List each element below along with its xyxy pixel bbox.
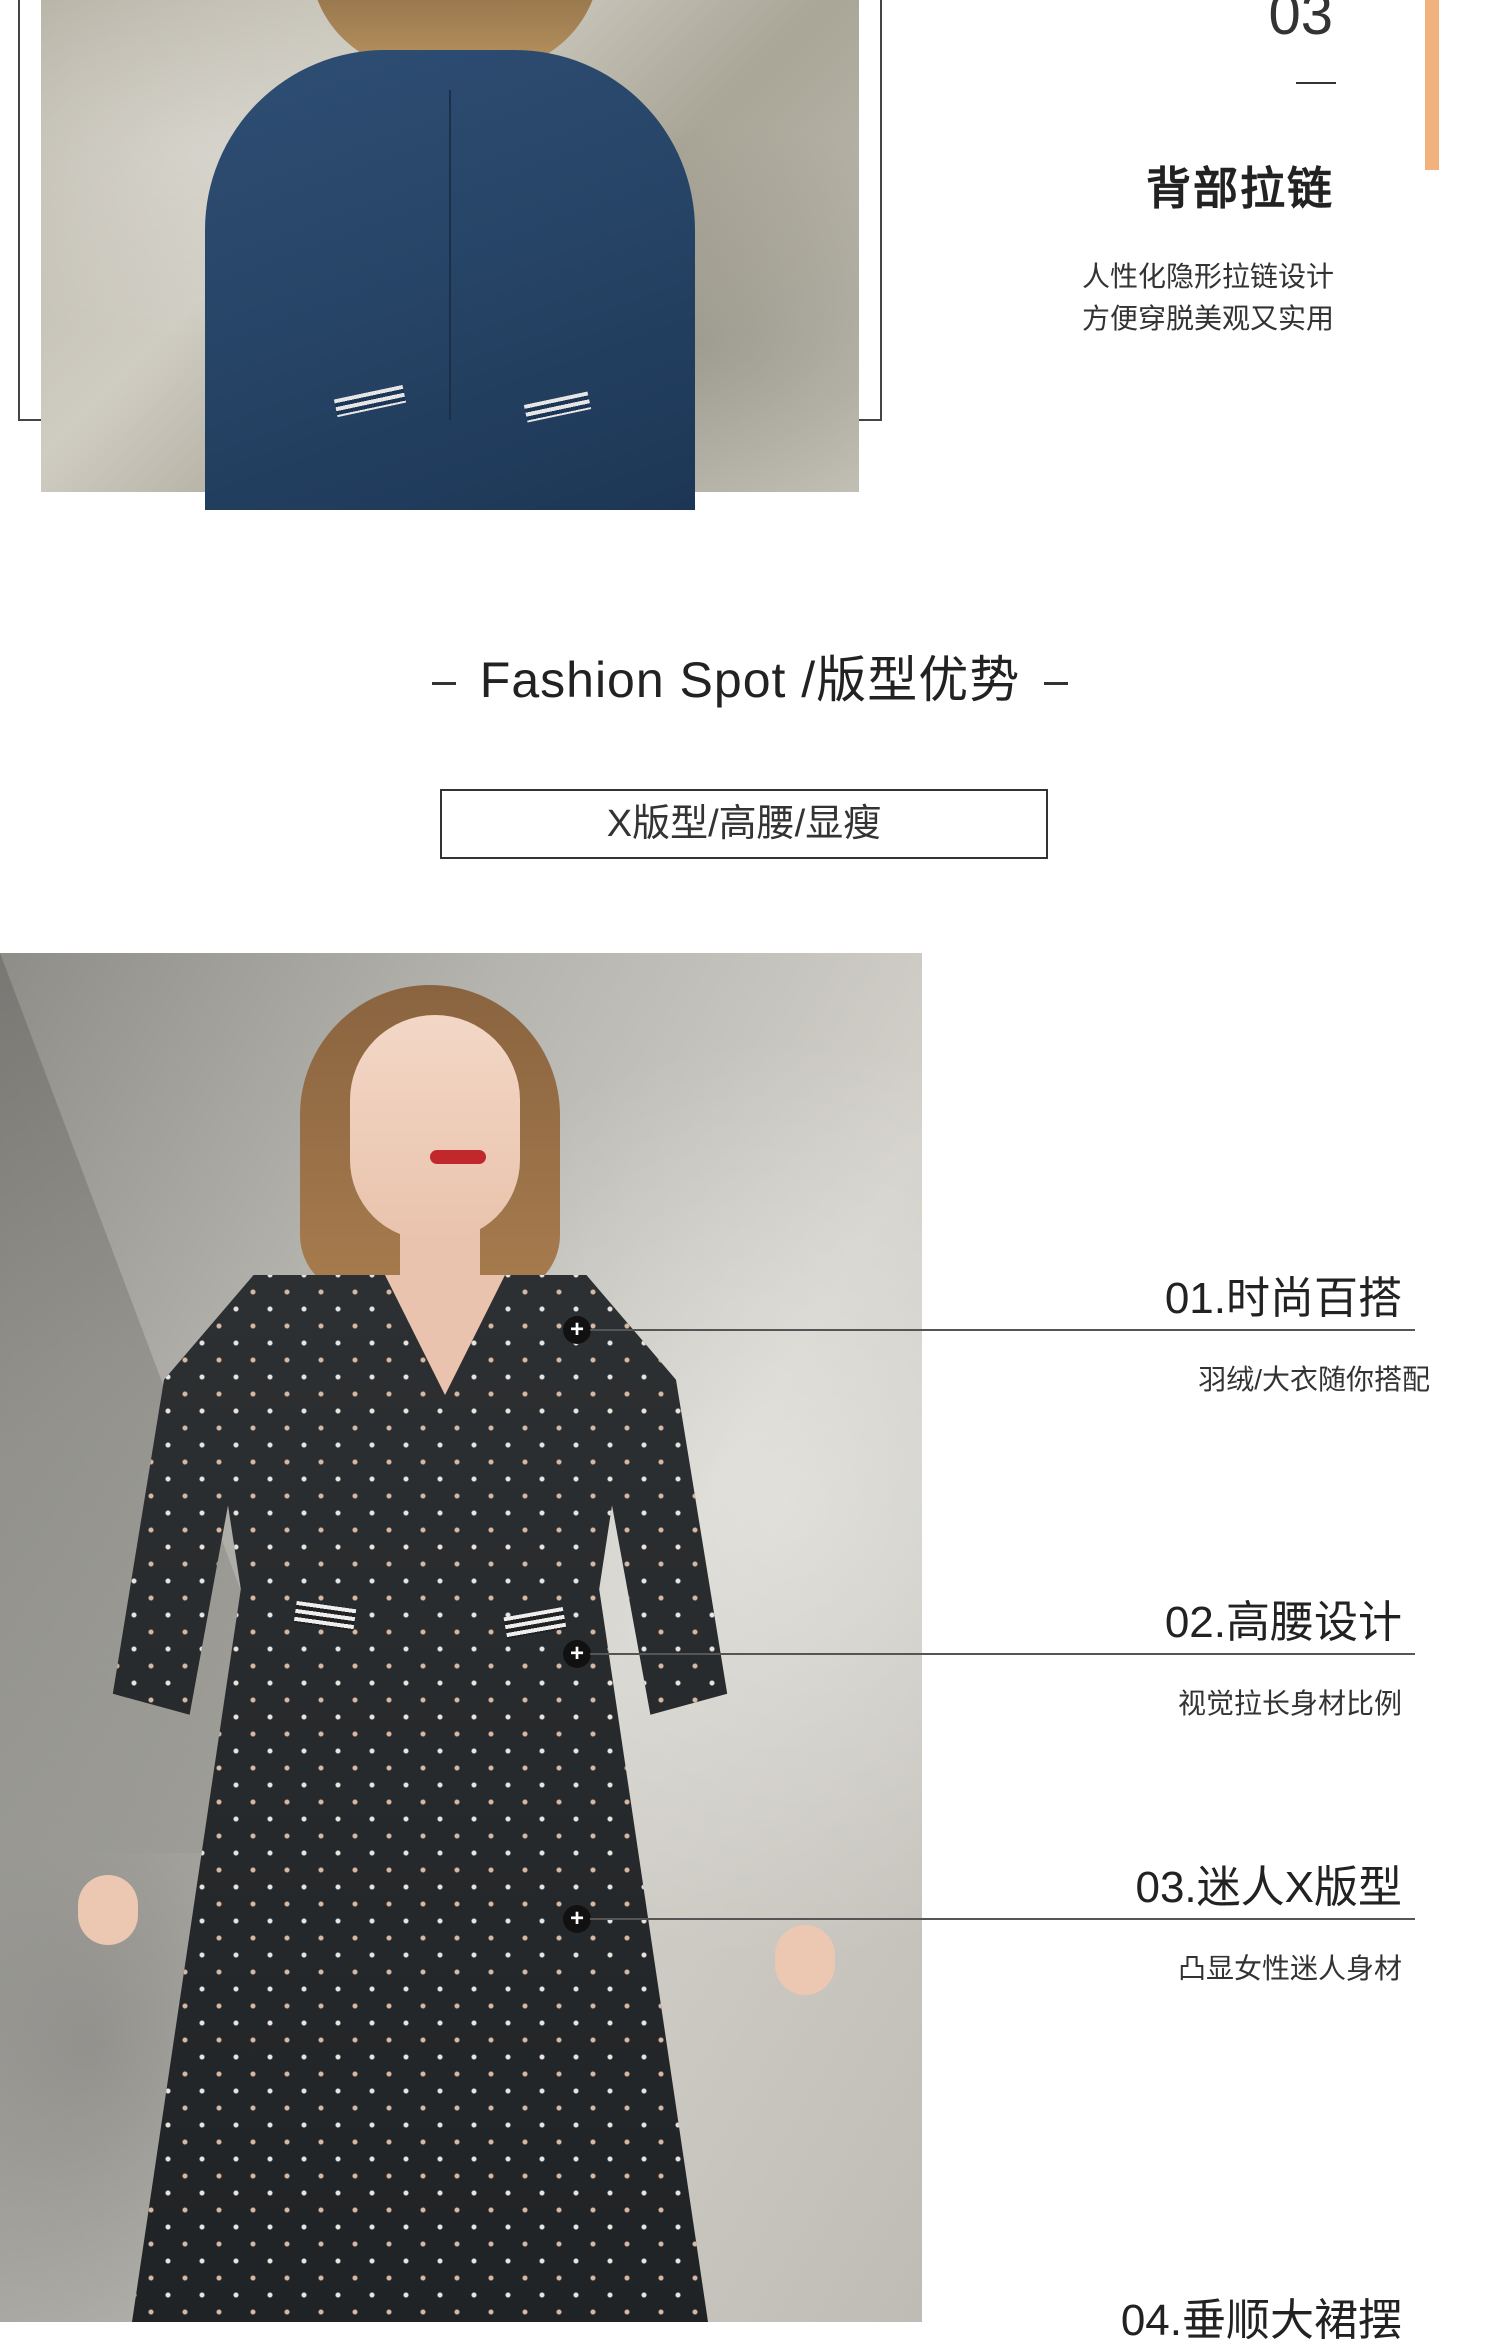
feature-title-4: 04.垂顺大裙摆 — [1120, 2296, 1402, 2345]
feature-title-3: 03.迷人X版型 — [1135, 1863, 1402, 1912]
callout-line-1 — [590, 1329, 1415, 1331]
zipper-desc-line-2: 方便穿脱美观又实用 — [1081, 303, 1334, 334]
callout-marker-3[interactable]: + — [563, 1905, 591, 1933]
callout-line-3 — [590, 1918, 1415, 1920]
feature-subtitle-1: 羽绒/大衣随你搭配 — [1198, 1364, 1430, 1395]
callout-marker-2[interactable]: + — [563, 1640, 591, 1668]
callout-marker-1[interactable]: + — [563, 1316, 591, 1344]
section-number: 03 — [1268, 0, 1333, 47]
model-lips — [430, 1150, 486, 1164]
feature-title-2: 02.高腰设计 — [1164, 1598, 1402, 1647]
accent-bar — [1425, 0, 1439, 170]
fit-tag-box: X版型/高腰/显瘦 — [440, 789, 1048, 859]
zipper-description: 人性化隐形拉链设计 方便穿脱美观又实用 — [1082, 256, 1334, 340]
model-right-hand — [775, 1925, 835, 1995]
heading-dash-left — [431, 682, 456, 686]
fashion-spot-text: Fashion Spot /版型优势 — [479, 652, 1021, 708]
zipper-title: 背部拉链 — [1145, 163, 1334, 214]
fashion-spot-heading: Fashion Spot /版型优势 — [0, 640, 1500, 712]
feature-subtitle-3: 凸显女性迷人身材 — [1177, 1953, 1402, 1984]
feature-title-1: 01.时尚百搭 — [1164, 1274, 1402, 1323]
model-face — [350, 1015, 520, 1240]
zipper-desc-line-1: 人性化隐形拉链设计 — [1081, 261, 1334, 292]
heading-dash-right — [1044, 682, 1069, 686]
feature-subtitle-2: 视觉拉长身材比例 — [1177, 1688, 1402, 1719]
model-left-hand — [78, 1875, 138, 1945]
callout-line-2 — [590, 1653, 1415, 1655]
back-zipper-seam — [449, 90, 451, 420]
number-dash — [1296, 82, 1336, 84]
